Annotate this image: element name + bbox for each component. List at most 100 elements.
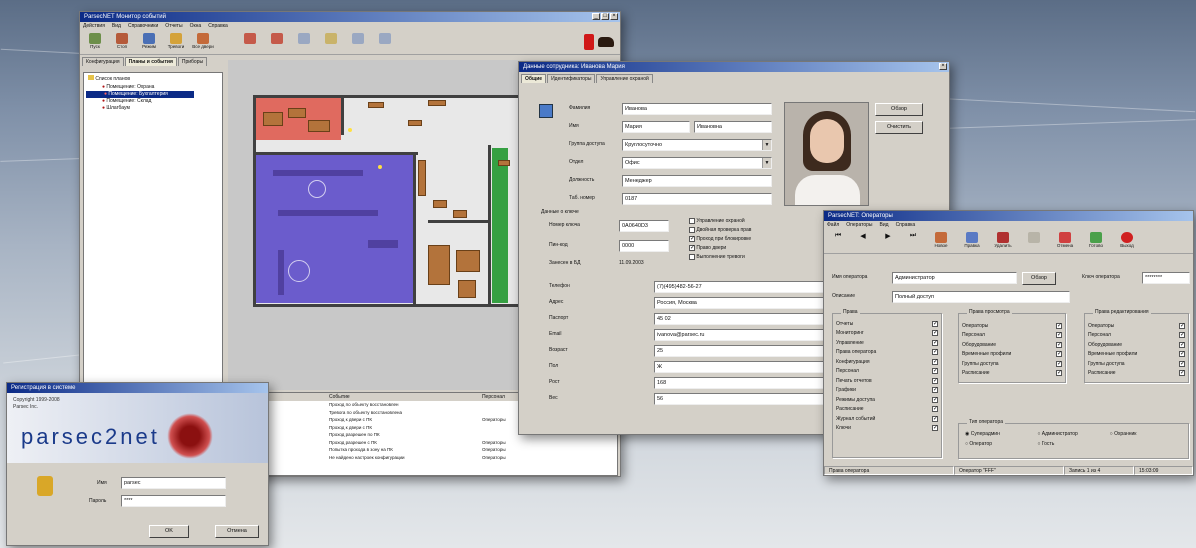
address-field[interactable]: Россия, Москва	[654, 297, 834, 309]
menu-item[interactable]: Вид	[880, 221, 889, 230]
chevron-down-icon[interactable]: ▼	[762, 158, 771, 168]
right-row[interactable]: Расписание ✓	[833, 405, 941, 415]
surname-field[interactable]: Иванова	[622, 103, 772, 115]
clear-photo-button[interactable]: Очистить	[875, 121, 923, 134]
right-row[interactable]: Мониторинг ✓	[833, 329, 941, 339]
doors-button[interactable]: Все двери	[191, 33, 215, 52]
menu-item[interactable]: Справка	[896, 221, 916, 230]
checkbox[interactable]: ✓	[1056, 360, 1062, 367]
tree-item[interactable]: ● Помещение: Склад	[84, 98, 222, 105]
table-row[interactable]: Попытка прохода в зону на ПК Операторы	[229, 446, 617, 454]
last-record-button[interactable]: ⏭	[902, 232, 924, 251]
checkbox[interactable]: ✓	[932, 415, 938, 422]
b1-field[interactable]: 25	[654, 345, 834, 357]
checkbox[interactable]	[689, 253, 695, 260]
phone-field[interactable]: (7)(495)482-56-27	[654, 281, 834, 293]
checkbox[interactable]: ✓	[932, 406, 938, 413]
card-number-field[interactable]: 0A0640D3	[619, 220, 669, 232]
tab-configuration[interactable]: Конфигурация	[82, 57, 124, 66]
close-button[interactable]: ×	[939, 63, 947, 70]
checkbox[interactable]: ✓	[932, 377, 938, 384]
tab-devices[interactable]: Приборы	[177, 57, 208, 66]
tool-button[interactable]	[1020, 232, 1048, 251]
dept-select[interactable]: Офис ▼	[622, 157, 772, 169]
right-row[interactable]: Печать отчетов ✓	[833, 376, 941, 386]
checkbox[interactable]	[689, 217, 695, 224]
tool-button[interactable]	[292, 33, 316, 52]
stop-button[interactable]: Стоп	[110, 33, 134, 52]
right-row[interactable]: Ключи ✓	[833, 424, 941, 434]
room-green[interactable]	[492, 148, 508, 303]
tool-button[interactable]	[265, 33, 289, 52]
right-row[interactable]: Временные профили ✓	[1085, 350, 1188, 360]
position-field[interactable]: Менеджер	[622, 175, 772, 187]
checkbox-row[interactable]: ✓ Проход при блокировке	[689, 235, 751, 244]
group-select[interactable]: Круглосуточно ▼	[622, 139, 772, 151]
menu-item[interactable]: Окна	[190, 22, 202, 31]
sensor-icon[interactable]	[378, 165, 382, 169]
checkbox[interactable]: ✓	[932, 396, 938, 403]
right-row[interactable]: Расписание ✓	[959, 369, 1065, 379]
tab-plans[interactable]: Планы и события	[124, 57, 177, 66]
tree-item[interactable]: ● Помещение: Охрана	[84, 84, 222, 91]
radio-option[interactable]: ○ Администратор	[1037, 431, 1109, 437]
tool-button[interactable]	[319, 33, 343, 52]
table-row[interactable]: Проход разрешен с ПК Операторы	[229, 439, 617, 447]
apply-button[interactable]: Готово	[1082, 232, 1110, 251]
radio-option[interactable]: ○ Охранник	[1110, 431, 1182, 437]
right-row[interactable]: Режимы доступа ✓	[833, 395, 941, 405]
pin-field[interactable]: 0000	[619, 240, 669, 252]
right-row[interactable]: Группы доступа ✓	[1085, 359, 1188, 369]
right-row[interactable]: Оборудование ✓	[959, 340, 1065, 350]
right-row[interactable]: Персонал ✓	[1085, 331, 1188, 341]
tab-identifiers[interactable]: Идентификаторы	[547, 74, 596, 83]
chevron-down-icon[interactable]: ▼	[762, 140, 771, 150]
siren-icon[interactable]	[584, 34, 594, 50]
right-row[interactable]: Оборудование ✓	[1085, 340, 1188, 350]
ok-button[interactable]: OK	[149, 525, 189, 538]
right-row[interactable]: Отчеты ✓	[833, 319, 941, 329]
checkbox[interactable]: ✓	[1056, 332, 1062, 339]
description-field[interactable]: Полный доступ	[892, 291, 1070, 303]
menu-item[interactable]: Вид	[112, 22, 121, 31]
maximize-button[interactable]: □	[601, 13, 609, 20]
right-row[interactable]: Временные профили ✓	[959, 350, 1065, 360]
table-row[interactable]: Не найдено настроек конфигурации Оператор…	[229, 454, 617, 462]
dog-icon[interactable]	[598, 37, 614, 47]
checkbox[interactable]: ✓	[932, 330, 938, 337]
checkbox[interactable]: ✓	[1056, 370, 1062, 377]
pass-field[interactable]: 45 02	[654, 313, 834, 325]
checkbox[interactable]: ✓	[932, 339, 938, 346]
checkbox[interactable]	[689, 226, 695, 233]
tool-button[interactable]	[346, 33, 370, 52]
checkbox-row[interactable]: Выполнение тревоги	[689, 253, 751, 262]
right-row[interactable]: Журнал событий ✓	[833, 414, 941, 424]
checkbox[interactable]: ✓	[932, 320, 938, 327]
exit-button[interactable]: Выход	[1113, 232, 1141, 251]
tree-root[interactable]: Список планов	[84, 73, 222, 84]
start-button[interactable]: Пуск	[83, 33, 107, 52]
tab-general[interactable]: Общие	[521, 74, 547, 83]
checkbox[interactable]: ✓	[932, 425, 938, 432]
operator-key-field[interactable]: ********	[1142, 272, 1190, 284]
radio-option[interactable]: ○ Гость	[1037, 441, 1109, 447]
checkbox[interactable]: ✓	[689, 244, 695, 251]
right-row[interactable]: Группы доступа ✓	[959, 359, 1065, 369]
radio-option[interactable]: ○ Оператор	[965, 441, 1037, 447]
b2-field[interactable]: Ж	[654, 361, 834, 373]
new-button[interactable]: Новое	[927, 232, 955, 251]
tab-number-field[interactable]: 0187	[622, 193, 772, 205]
radio-option[interactable]: ◉ Суперадмин	[965, 431, 1037, 437]
right-row[interactable]: Персонал ✓	[833, 367, 941, 377]
prev-record-button[interactable]: ◀	[852, 232, 874, 251]
tree-item-selected[interactable]: ● Помещение: Бухгалтерия	[86, 91, 194, 98]
checkbox[interactable]: ✓	[1179, 360, 1185, 367]
checkbox[interactable]: ✓	[1056, 351, 1062, 358]
checkbox[interactable]: ✓	[932, 349, 938, 356]
cancel-button[interactable]: Отмена	[215, 525, 259, 538]
checkbox[interactable]: ✓	[1179, 332, 1185, 339]
first-record-button[interactable]: ⏮	[827, 232, 849, 251]
checkbox[interactable]: ✓	[1056, 341, 1062, 348]
tool-button[interactable]	[238, 33, 262, 52]
checkbox[interactable]: ✓	[932, 358, 938, 365]
